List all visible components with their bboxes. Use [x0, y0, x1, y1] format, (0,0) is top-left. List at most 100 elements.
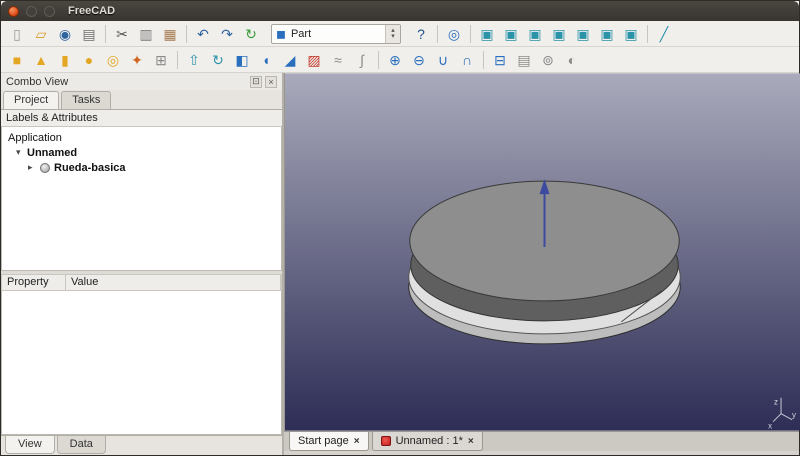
boolean-union-icon: ∪ [437, 51, 449, 68]
save-file-button[interactable]: ◉ [53, 23, 77, 45]
view-front-button[interactable]: ▣ [499, 23, 523, 45]
boolean-cut-button[interactable]: ⊖ [407, 49, 431, 71]
tree-item-unnamed-document[interactable]: ▾ Unnamed [4, 145, 279, 160]
boolean-button[interactable]: ⊕ [383, 49, 407, 71]
open-file-icon: ▱ [35, 25, 47, 42]
refresh-icon: ↻ [245, 25, 257, 42]
part-sphere-button[interactable]: ● [77, 49, 101, 71]
view-bottom-button[interactable]: ▣ [595, 23, 619, 45]
dock-close-icon[interactable]: × [265, 75, 277, 88]
part-primitives-button[interactable]: ✦ [125, 49, 149, 71]
window-maximize-button[interactable] [44, 5, 55, 17]
part-box-button[interactable]: ■ [5, 49, 29, 71]
combo-view-header: Combo View ⊡ × [1, 73, 282, 90]
offset-icon: ⊚ [542, 51, 554, 68]
whatsthis-icon: ? [417, 25, 425, 42]
tab-tasks[interactable]: Tasks [61, 91, 112, 109]
new-file-icon: ▯ [13, 25, 21, 42]
boolean-intersection-icon: ∩ [461, 51, 473, 68]
tab-unnamed-document[interactable]: Unnamed : 1* × [371, 432, 483, 451]
boolean-intersection-button[interactable]: ∩ [455, 49, 479, 71]
chamfer-icon: ◢ [284, 51, 296, 68]
sweep-button[interactable]: ∫ [350, 49, 374, 71]
view-right-button[interactable]: ▣ [547, 23, 571, 45]
view-left-button[interactable]: ▣ [619, 23, 643, 45]
section-button[interactable]: ⊟ [488, 49, 512, 71]
extrude-button[interactable]: ⇧ [182, 49, 206, 71]
view-top-button[interactable]: ▣ [523, 23, 547, 45]
fit-all-icon: ◎ [447, 25, 461, 42]
combo-view-title: Combo View [6, 75, 69, 88]
titlebar: FreeCAD [1, 1, 799, 21]
tab-start-page[interactable]: Start page × [289, 432, 369, 451]
value-column-header: Value [66, 275, 281, 290]
window-minimize-button[interactable] [26, 5, 37, 17]
new-file-button[interactable]: ▯ [5, 23, 29, 45]
open-file-button[interactable]: ▱ [29, 23, 53, 45]
chamfer-button[interactable]: ◢ [278, 49, 302, 71]
tree-item-rueda-basica[interactable]: ▸ Rueda-basica [4, 160, 279, 175]
axis-z-label: z [774, 398, 778, 407]
freecad-doc-icon [380, 436, 391, 446]
toolbar-separator [437, 24, 438, 43]
view-rear-button[interactable]: ▣ [571, 23, 595, 45]
save-file-icon: ◉ [58, 25, 72, 42]
expander-open-icon[interactable]: ▾ [16, 147, 27, 158]
workbench-dropdown-arrows[interactable]: ▴ ▾ [385, 24, 400, 43]
combo-view-tabs: Project Tasks [1, 90, 282, 110]
undo-button[interactable]: ↶ [191, 23, 215, 45]
fit-all-button[interactable]: ◎ [442, 23, 466, 45]
bottom-strip [284, 451, 799, 455]
part-torus-button[interactable]: ◎ [101, 49, 125, 71]
property-view-tabs: View Data [1, 435, 282, 455]
cross-sections-button[interactable]: ▤ [512, 49, 536, 71]
extrude-icon: ⇧ [188, 51, 200, 68]
part-feature-icon [40, 162, 50, 173]
shape-builder-button[interactable]: ⊞ [149, 49, 173, 71]
offset-button[interactable]: ⊚ [536, 49, 560, 71]
start-page-tab-label: Start page [298, 435, 349, 447]
paste-button[interactable]: ▦ [158, 23, 182, 45]
tab-project[interactable]: Project [3, 91, 60, 109]
combo-view-panel: Combo View ⊡ × Project Tasks Labels & At… [1, 73, 282, 455]
part-cone-button[interactable]: ▲ [29, 49, 53, 71]
undo-icon: ↶ [197, 25, 209, 42]
workbench-selector[interactable]: ◼ Part ▴ ▾ [271, 23, 401, 44]
redo-button[interactable]: ↷ [215, 23, 239, 45]
part-torus-icon: ◎ [106, 51, 120, 68]
dock-float-icon[interactable]: ⊡ [250, 75, 262, 88]
toolbar-standard: ▯ ▱ ◉ ▤ ✂ ▥ ▦ ↶ ↷ ↻ ◼ Part ▴ ▾ ? ◎ ▣ ▣ ▣ ▣ ▣ ▣ ▣ ╱ [1, 21, 799, 47]
fillet-button[interactable]: ◖ [254, 49, 278, 71]
tab-view[interactable]: View [5, 436, 55, 454]
3d-viewport[interactable]: z y x [284, 73, 800, 431]
close-icon[interactable]: × [468, 436, 474, 447]
toolbar-separator [470, 24, 471, 43]
measure-distance-button[interactable]: ╱ [652, 23, 676, 45]
window-close-button[interactable] [8, 5, 19, 17]
loft-button[interactable]: ≈ [326, 49, 350, 71]
redo-icon: ↷ [221, 25, 233, 42]
view-axonometric-button[interactable]: ▣ [475, 23, 499, 45]
mirror-button[interactable]: ◧ [230, 49, 254, 71]
window-title: FreeCAD [68, 5, 116, 17]
tree-root-application[interactable]: Application [4, 130, 279, 145]
print-button[interactable]: ▤ [77, 23, 101, 45]
whatsthis-button[interactable]: ? [409, 23, 433, 45]
revolve-button[interactable]: ↻ [206, 49, 230, 71]
close-icon[interactable]: × [354, 436, 360, 447]
expander-closed-icon[interactable]: ▸ [28, 162, 39, 173]
refresh-button[interactable]: ↻ [239, 23, 263, 45]
axis-y-label: y [792, 411, 796, 420]
tab-data[interactable]: Data [56, 436, 106, 454]
part-cylinder-button[interactable]: ▮ [53, 49, 77, 71]
copy-button[interactable]: ▥ [134, 23, 158, 45]
thickness-button[interactable]: ◐ [560, 49, 584, 71]
cut-button[interactable]: ✂ [110, 23, 134, 45]
view-right-icon: ▣ [552, 25, 566, 42]
part-box-icon: ■ [12, 51, 22, 68]
boolean-union-button[interactable]: ∪ [431, 49, 455, 71]
paste-icon: ▦ [163, 25, 177, 42]
toolbar-separator [177, 50, 178, 69]
ruled-surface-button[interactable]: ▨ [302, 49, 326, 71]
unnamed-tab-label: Unnamed : 1* [395, 435, 463, 447]
